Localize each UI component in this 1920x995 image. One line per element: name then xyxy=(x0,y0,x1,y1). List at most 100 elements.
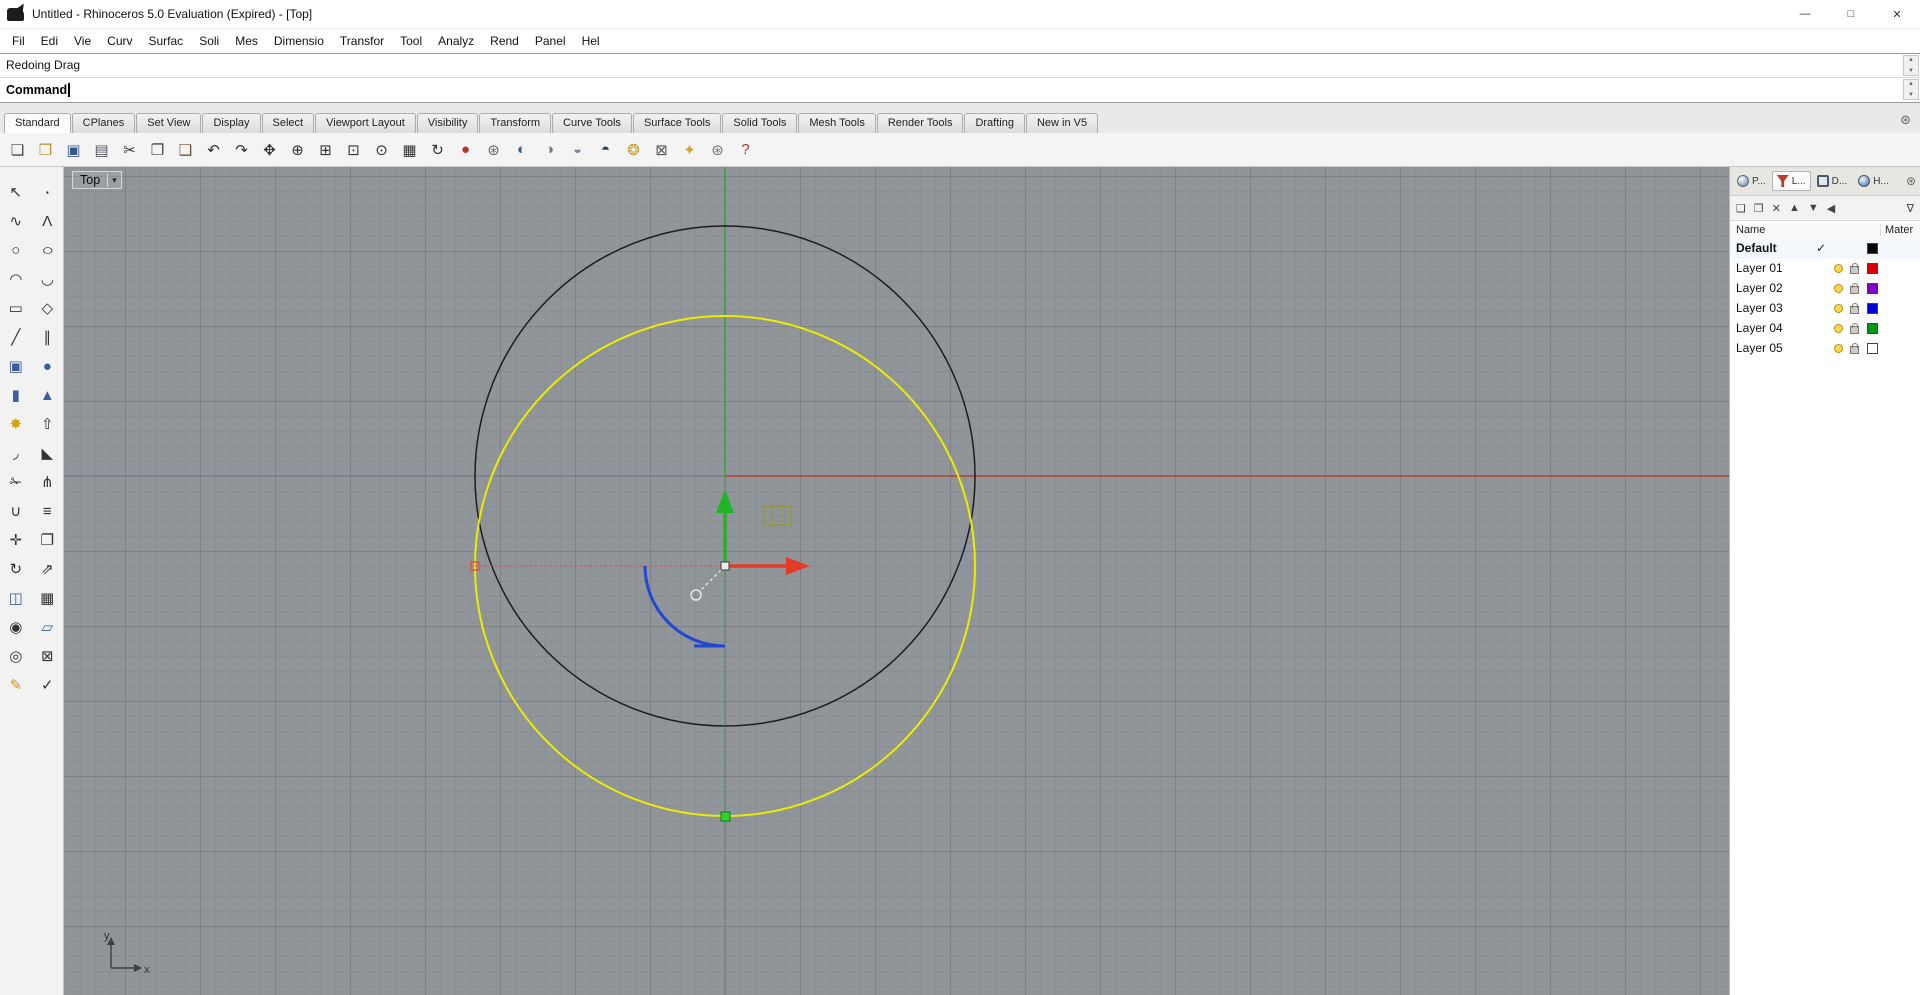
sidebar-tool-cone[interactable]: ▲ xyxy=(32,382,64,408)
sidebar-tool-split[interactable]: ⋔ xyxy=(32,469,64,495)
menu-dimension[interactable]: Dimensio xyxy=(266,31,332,51)
sidebar-tool-check[interactable]: ✓ xyxy=(32,672,64,698)
layer-row-default[interactable]: Default ✓ xyxy=(1730,239,1920,259)
menu-view[interactable]: Vie xyxy=(66,31,99,51)
sidebar-tool-box[interactable]: ▣ xyxy=(0,353,32,379)
sidebar-tool-rectangle[interactable]: ▭ xyxy=(0,295,32,321)
sidebar-tool-ellipse[interactable]: ○ xyxy=(25,237,69,263)
layer-color-swatch[interactable] xyxy=(1867,303,1878,314)
scroll-up-icon[interactable]: ▲ xyxy=(1908,57,1914,63)
print-icon[interactable]: ▤ xyxy=(88,136,115,163)
copy-icon[interactable]: ❐ xyxy=(144,136,171,163)
ghosted-viewport-icon[interactable]: ◑ xyxy=(536,136,563,163)
sidebar-tool-arc[interactable]: ◠ xyxy=(0,266,32,292)
sidebar-tool-move[interactable]: ✛ xyxy=(0,527,32,553)
panel-gear-icon[interactable]: ⊛ xyxy=(1906,174,1918,188)
viewport-title[interactable]: Top ▾ xyxy=(72,171,122,189)
pan-icon[interactable]: ✥ xyxy=(256,136,283,163)
tab-new-in-v5[interactable]: New in V5 xyxy=(1025,113,1099,133)
spinner-down-icon[interactable]: ▼ xyxy=(1908,92,1914,98)
layer-on-icon[interactable] xyxy=(1834,264,1843,273)
viewport-top[interactable]: Top ▾ y x xyxy=(64,167,1729,995)
tab-render-tools[interactable]: Render Tools xyxy=(876,113,964,133)
rotate-view-icon[interactable]: ↻ xyxy=(424,136,451,163)
tab-curve-tools[interactable]: Curve Tools xyxy=(552,113,632,133)
render-options-icon[interactable]: ⊛ xyxy=(480,136,507,163)
menu-tools[interactable]: Tool xyxy=(392,31,430,51)
layer-on-icon[interactable] xyxy=(1834,344,1843,353)
layer-color-swatch[interactable] xyxy=(1867,283,1878,294)
layer-row-04[interactable]: Layer 04 xyxy=(1730,319,1920,339)
shaded-viewport-icon[interactable]: ◐ xyxy=(508,136,535,163)
zoom-extents-icon[interactable]: ⊡ xyxy=(340,136,367,163)
open-file-icon[interactable]: ❒ xyxy=(32,136,59,163)
panel-tab-properties[interactable]: P... xyxy=(1732,171,1771,191)
gumball-rotate-arc[interactable] xyxy=(643,565,726,648)
tab-select[interactable]: Select xyxy=(261,113,315,133)
sidebar-tool-curve-through-points[interactable]: ◡ xyxy=(32,266,64,292)
sidebar-tool-group[interactable]: ≡ xyxy=(32,498,64,524)
layer-on-icon[interactable] xyxy=(1834,324,1843,333)
rendered-viewport-icon[interactable]: ◓ xyxy=(592,136,619,163)
maximize-button[interactable]: □ xyxy=(1828,0,1874,28)
sidebar-tool-visibility[interactable]: ◎ xyxy=(0,643,32,669)
menu-analyze[interactable]: Analyz xyxy=(430,31,482,51)
layer-on-icon[interactable] xyxy=(1834,304,1843,313)
move-layer-down-icon[interactable]: ▼ xyxy=(1808,202,1819,214)
panel-tab-display[interactable]: D... xyxy=(1812,171,1853,191)
menu-solid[interactable]: Soli xyxy=(191,31,227,51)
sidebar-tool-cylinder[interactable]: ▮ xyxy=(0,382,32,408)
tab-visibility[interactable]: Visibility xyxy=(416,113,479,133)
sidebar-tool-trim[interactable]: ✁ xyxy=(0,469,32,495)
viewport-layout-icon[interactable]: ▦ xyxy=(396,136,423,163)
sidebar-tool-extrude[interactable]: ⇧ xyxy=(32,411,64,437)
spinner-up-icon[interactable]: ▲ xyxy=(1908,81,1914,87)
viewport-dropdown-icon[interactable]: ▾ xyxy=(107,173,121,187)
sidebar-tool-scale[interactable]: ⇗ xyxy=(32,556,64,582)
gumball-green-arrowhead[interactable] xyxy=(716,489,734,513)
command-input-row[interactable]: Command ▲ ▼ xyxy=(0,77,1920,103)
lightbulb-icon[interactable]: ❂ xyxy=(620,136,647,163)
layer-lock-icon[interactable] xyxy=(1850,283,1859,294)
tab-display[interactable]: Display xyxy=(202,113,261,133)
toolbar-gear-icon[interactable]: ⊛ xyxy=(1895,112,1916,128)
menu-curve[interactable]: Curv xyxy=(99,31,140,51)
save-icon[interactable]: ▣ xyxy=(60,136,87,163)
layer-row-03[interactable]: Layer 03 xyxy=(1730,299,1920,319)
sidebar-tool-polyline[interactable]: Λ xyxy=(32,208,64,234)
gumball-toggle-icon[interactable]: ✦ xyxy=(676,136,703,163)
layer-color-swatch[interactable] xyxy=(1867,263,1878,274)
sidebar-tool-point[interactable]: ∙ xyxy=(32,179,64,205)
collapse-layers-icon[interactable]: ◀ xyxy=(1827,202,1835,215)
move-layer-up-icon[interactable]: ▲ xyxy=(1789,202,1800,214)
sidebar-tool-offset[interactable]: ∥ xyxy=(32,324,64,350)
sidebar-tool-annotate[interactable]: ✎ xyxy=(0,672,32,698)
layer-color-swatch[interactable] xyxy=(1867,323,1878,334)
current-layer-check[interactable]: ✓ xyxy=(1812,241,1830,255)
gumball-menu-widget[interactable] xyxy=(763,505,792,526)
cut-icon[interactable]: ✂ xyxy=(116,136,143,163)
new-file-icon[interactable]: ❏ xyxy=(4,136,31,163)
gumball-red-arrowhead[interactable] xyxy=(786,557,810,575)
menu-render[interactable]: Rend xyxy=(482,31,527,51)
layer-row-01[interactable]: Layer 01 xyxy=(1730,259,1920,279)
sidebar-tool-surface[interactable]: ▱ xyxy=(32,614,64,640)
layer-row-02[interactable]: Layer 02 xyxy=(1730,279,1920,299)
tab-drafting[interactable]: Drafting xyxy=(964,113,1025,133)
scroll-down-icon[interactable]: ▼ xyxy=(1908,68,1914,74)
sidebar-tool-curve-boolean[interactable]: ◉ xyxy=(0,614,32,640)
zoom-dynamic-icon[interactable]: ⊕ xyxy=(284,136,311,163)
help-icon[interactable]: ? xyxy=(732,136,759,163)
menu-help[interactable]: Hel xyxy=(574,31,608,51)
history-scrollbar[interactable]: ▲ ▼ xyxy=(1903,55,1919,76)
sidebar-tool-line[interactable]: ╱ xyxy=(0,324,32,350)
sidebar-tool-mirror[interactable]: ◫ xyxy=(0,585,32,611)
menu-edit[interactable]: Edi xyxy=(33,31,66,51)
tab-standard[interactable]: Standard xyxy=(4,113,71,133)
xray-viewport-icon[interactable]: ◒ xyxy=(564,136,591,163)
render-icon[interactable]: ● xyxy=(452,136,479,163)
zoom-window-icon[interactable]: ⊞ xyxy=(312,136,339,163)
viewport-canvas[interactable]: y x xyxy=(64,167,1729,995)
sidebar-tool-select[interactable]: ↖ xyxy=(0,179,32,205)
tab-cplanes[interactable]: CPlanes xyxy=(71,113,136,133)
